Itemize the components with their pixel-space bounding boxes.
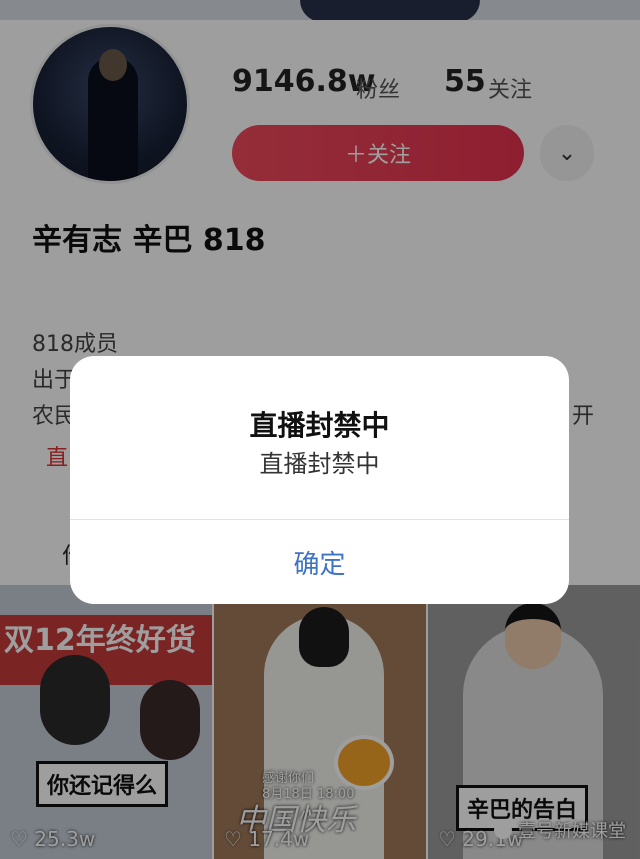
dialog-message: 直播封禁中 [259,450,380,478]
alert-dialog: 直播封禁中 直播封禁中 确定 [70,356,569,604]
confirm-button[interactable]: 确定 [70,520,569,604]
dialog-title: 直播封禁中 [249,409,390,442]
